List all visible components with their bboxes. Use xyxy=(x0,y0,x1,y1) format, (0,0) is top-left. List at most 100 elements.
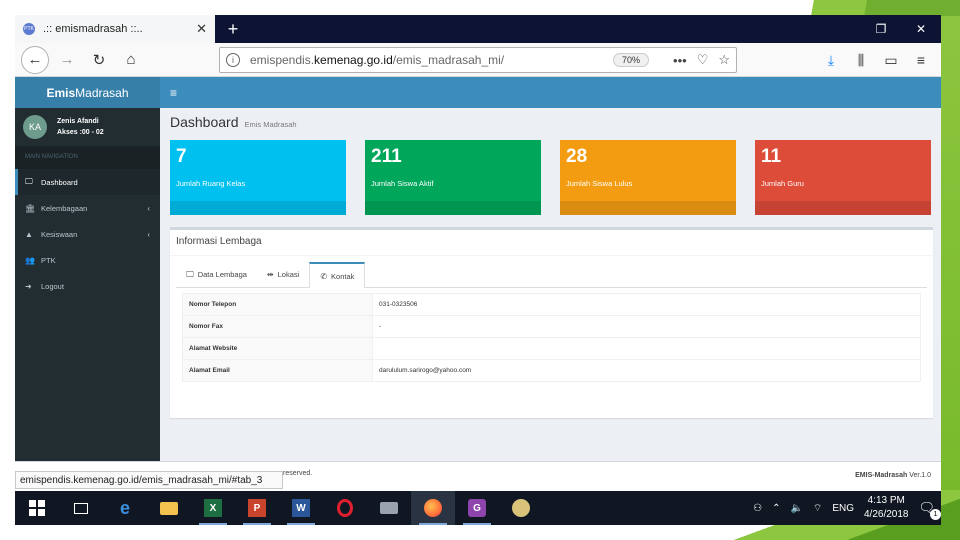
table-row: Nomor Fax - xyxy=(182,315,921,338)
map-signs-icon: ⇹ xyxy=(266,270,274,279)
sidebar-item-ptk[interactable]: 👥 PTK xyxy=(15,247,160,273)
table-row: Nomor Telepon 031-0323506 xyxy=(182,293,921,316)
taskbar-powerpoint[interactable]: P xyxy=(235,491,279,525)
stat-box-ruang-kelas: 7 Jumlah Ruang Kelas xyxy=(170,140,346,215)
browser-toolbar-right: ⤓ ⫼ ▭ ≡ xyxy=(821,45,941,75)
tab-lokasi[interactable]: ⇹ Lokasi xyxy=(257,262,309,287)
people-icon[interactable]: ⚇ xyxy=(753,503,762,514)
network-icon[interactable]: ⌔ xyxy=(813,502,822,515)
stat-label: Jumlah Siswa Lulus xyxy=(566,179,633,188)
action-center-icon[interactable]: 🗨 1 xyxy=(918,500,941,520)
sidebar-item-label: Kesiswaan xyxy=(41,229,78,239)
printer-icon xyxy=(380,502,398,514)
firefox-icon xyxy=(424,499,442,517)
back-icon[interactable]: ← xyxy=(21,45,49,74)
zoom-level[interactable]: 70% xyxy=(613,53,650,67)
bookmark-star-icon[interactable]: ☆ xyxy=(718,52,730,68)
start-button[interactable] xyxy=(15,491,59,525)
nav-header: MAIN NAVIGATION xyxy=(15,146,160,169)
footer-version: EMIS-Madrasah Ver.1.0 xyxy=(855,472,931,479)
app-logo[interactable]: Emis Madrasah xyxy=(15,77,160,108)
sidebar-item-label: Kelembagaan xyxy=(41,203,88,213)
sidebar: KA Zenis Afandi Akses :00 - 02 MAIN NAVI… xyxy=(15,108,160,491)
stat-label: Jumlah Ruang Kelas xyxy=(176,179,246,188)
sidebar-item-label: Logout xyxy=(41,281,64,291)
site-info-icon[interactable]: i xyxy=(226,53,240,67)
favicon-icon: PTK xyxy=(23,23,35,35)
taskbar-excel[interactable]: X xyxy=(191,491,235,525)
taskbar-opera[interactable] xyxy=(323,491,367,525)
tab-kontak[interactable]: ✆ Kontak xyxy=(309,262,366,288)
url-bar[interactable]: i emispendis.kemenag.go.id/emis_madrasah… xyxy=(219,47,737,73)
stat-box-siswa-lulus: 28 Jumlah Siswa Lulus xyxy=(560,140,736,215)
info-tabs: 🖵 Data Lembaga ⇹ Lokasi ✆ Kontak xyxy=(176,262,927,288)
taskbar-paint[interactable] xyxy=(499,491,543,525)
volume-icon[interactable]: 🔈 xyxy=(790,503,802,514)
close-tab-icon[interactable]: ✕ xyxy=(196,21,207,37)
library-icon[interactable]: ⫼ xyxy=(851,52,871,69)
taskbar-word[interactable]: W xyxy=(279,491,323,525)
home-icon[interactable]: ⌂ xyxy=(117,46,145,74)
slide-left-margin xyxy=(0,0,15,540)
stat-boxes: 7 Jumlah Ruang Kelas 211 Jumlah Siswa Ak… xyxy=(170,140,931,215)
task-view-icon xyxy=(74,502,88,514)
opera-icon xyxy=(337,499,353,517)
stat-box-footer-link[interactable] xyxy=(365,201,541,215)
paint-palette-icon xyxy=(512,499,530,517)
screenshot-frame: PTK .:: emismadrasah ::.. ✕ + ❐ ✕ ← → ↻ … xyxy=(15,15,941,525)
download-icon[interactable]: ⤓ xyxy=(821,52,841,69)
tab-label: Data Lembaga xyxy=(197,270,247,279)
stat-box-footer-link[interactable] xyxy=(560,201,736,215)
taskbar-printer-app[interactable] xyxy=(367,491,411,525)
sidebar-toggle-button[interactable]: ≡ xyxy=(160,77,177,108)
link-status-bar: emispendis.kemenag.go.id/emis_madrasah_m… xyxy=(15,471,283,489)
sidebar-item-label: PTK xyxy=(41,255,56,265)
row-key: Alamat Email xyxy=(182,359,373,382)
pocket-icon[interactable]: ♡ xyxy=(697,52,709,68)
stat-box-footer-link[interactable] xyxy=(170,201,346,215)
page-subtitle: Emis Madrasah xyxy=(244,120,297,129)
main-content: Dashboard Emis Madrasah 7 Jumlah Ruang K… xyxy=(160,108,941,491)
page-actions-icon[interactable]: ••• xyxy=(673,53,687,68)
desktop-icon: 🖵 xyxy=(25,177,33,186)
page-title: Dashboard xyxy=(170,114,239,130)
stat-label: Jumlah Guru xyxy=(761,179,804,188)
sidebar-toggle-icon[interactable]: ▭ xyxy=(881,52,901,69)
stat-box-footer-link[interactable] xyxy=(755,201,931,215)
restore-window-icon[interactable]: ❐ xyxy=(861,15,901,43)
menu-icon[interactable]: ≡ xyxy=(911,52,931,68)
chevron-left-icon: ‹ xyxy=(147,203,150,213)
table-row: Alamat Website xyxy=(182,337,921,360)
user-name: Zenis Afandi xyxy=(57,118,99,125)
url-text[interactable]: emispendis.kemenag.go.id/emis_madrasah_m… xyxy=(250,53,613,67)
row-value: 031-0323506 xyxy=(372,293,921,316)
close-window-icon[interactable]: ✕ xyxy=(901,15,941,43)
language-indicator[interactable]: ENG xyxy=(832,503,854,514)
show-hidden-icons-icon[interactable]: ⌃ xyxy=(772,503,780,514)
forward-icon[interactable]: → xyxy=(53,46,81,74)
stat-value: 28 xyxy=(566,146,588,167)
sidebar-item-dashboard[interactable]: 🖵 Dashboard xyxy=(15,169,160,195)
chevron-left-icon: ‹ xyxy=(147,229,150,239)
sidebar-item-kesiswaan[interactable]: ▲ Kesiswaan ‹ xyxy=(15,221,160,247)
notification-count: 1 xyxy=(930,509,941,520)
sidebar-item-logout[interactable]: ➜ Logout xyxy=(15,273,160,299)
stat-value: 11 xyxy=(761,146,782,167)
edge-icon: e xyxy=(119,497,130,518)
tab-data-lembaga[interactable]: 🖵 Data Lembaga xyxy=(176,262,257,287)
browser-tab-active[interactable]: PTK .:: emismadrasah ::.. ✕ xyxy=(15,15,215,43)
taskbar-firefox[interactable] xyxy=(411,491,455,525)
tab-label: Lokasi xyxy=(277,270,300,279)
clock[interactable]: 4:13 PM 4/26/2018 xyxy=(864,494,909,522)
taskbar-file-explorer[interactable] xyxy=(147,491,191,525)
taskbar-app-purple[interactable]: G xyxy=(455,491,499,525)
folder-icon xyxy=(160,501,178,515)
task-view-button[interactable] xyxy=(59,491,103,525)
tab-label: Kontak xyxy=(331,271,355,281)
new-tab-button[interactable]: + xyxy=(215,15,251,43)
logout-icon: ➜ xyxy=(25,281,32,291)
reload-icon[interactable]: ↻ xyxy=(85,46,113,74)
sidebar-item-kelembagaan[interactable]: 🏛 Kelembagaan ‹ xyxy=(15,195,160,221)
emis-app: Emis Madrasah ≡ KA Zenis Afandi Akses :00… xyxy=(15,77,941,491)
taskbar-edge[interactable]: e xyxy=(103,491,147,525)
